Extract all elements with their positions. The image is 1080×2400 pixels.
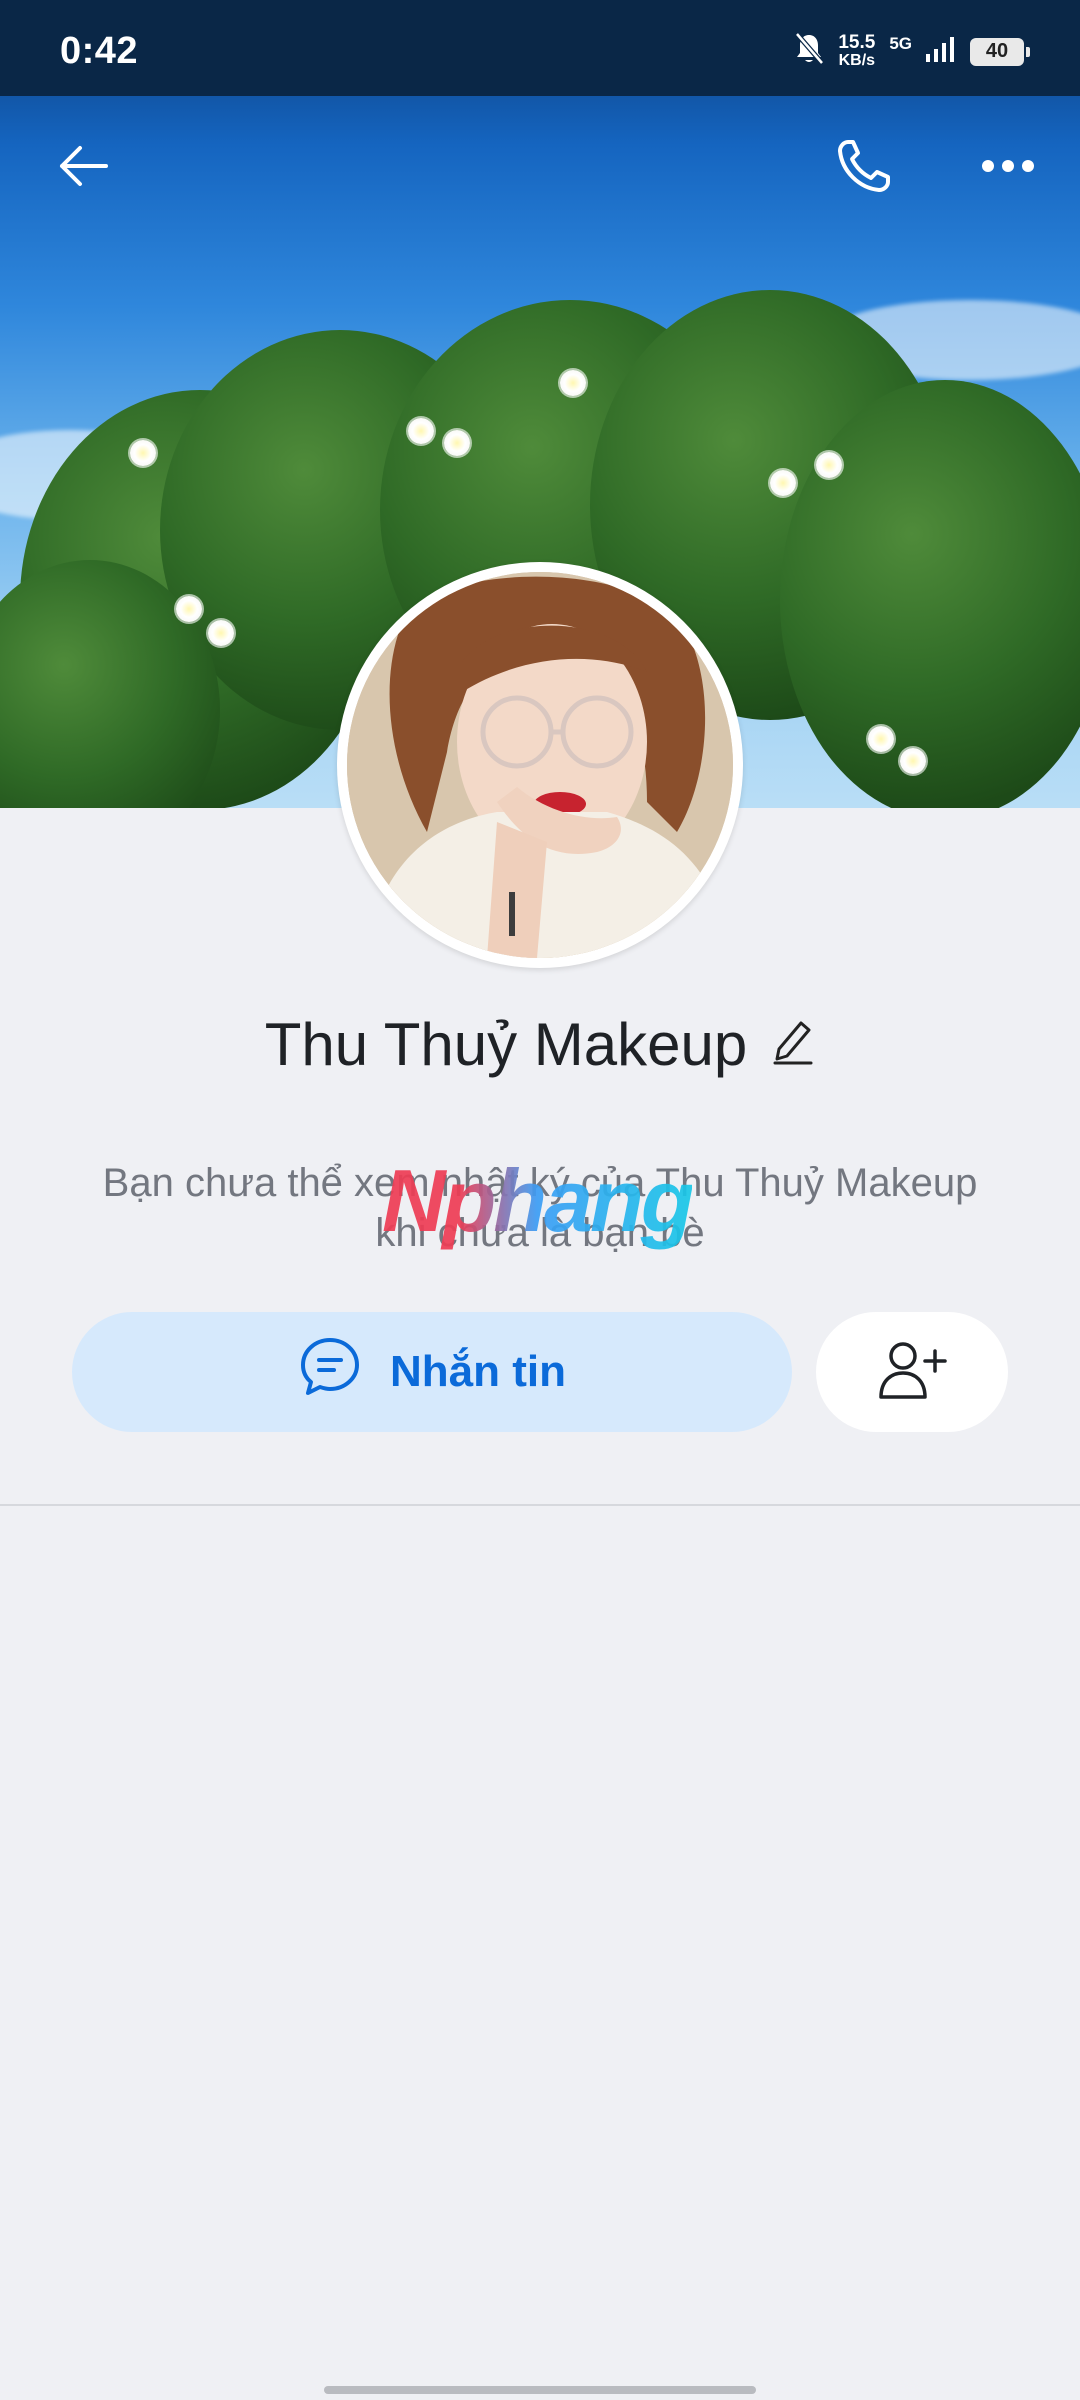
add-friend-button[interactable] <box>816 1312 1008 1432</box>
cover-flower <box>560 370 586 396</box>
status-bar: 0:42 15.5 KB/s 5G 40 <box>0 0 1080 96</box>
cover-flower <box>130 440 156 466</box>
status-time: 0:42 <box>60 30 139 72</box>
phone-icon <box>834 136 894 201</box>
call-button[interactable] <box>824 128 904 208</box>
more-options-button[interactable] <box>968 128 1048 208</box>
watermark-logo: Nphang <box>382 1151 695 1250</box>
signal-icon <box>926 36 956 67</box>
chat-bubble-icon <box>298 1335 362 1410</box>
bell-muted-icon <box>794 32 825 71</box>
speed-unit: KB/s <box>838 51 876 69</box>
pencil-icon <box>771 1021 815 1071</box>
cover-flower <box>208 620 234 646</box>
cover-flower <box>444 430 470 456</box>
cover-flower <box>868 726 894 752</box>
speed-value: 15.5 <box>838 31 876 53</box>
battery-level: 40 <box>985 40 1009 62</box>
cover-flower <box>770 470 796 496</box>
cover-flower <box>816 452 842 478</box>
network-speed: 15.5 KB/s <box>838 31 876 70</box>
status-icons: 15.5 KB/s 5G 40 <box>794 31 1030 71</box>
battery-icon: 40 <box>970 37 1030 66</box>
back-arrow-icon <box>54 142 110 195</box>
home-indicator[interactable] <box>324 2386 756 2394</box>
avatar-photo <box>347 572 733 958</box>
back-button[interactable] <box>42 128 122 208</box>
section-divider <box>0 1504 1080 1506</box>
network-type: 5G <box>889 33 912 53</box>
message-button-label: Nhắn tin <box>390 1347 566 1396</box>
cover-flower <box>408 418 434 444</box>
message-button[interactable]: Nhắn tin <box>72 1312 792 1432</box>
cover-flower <box>900 748 926 774</box>
cover-flower <box>176 596 202 622</box>
avatar[interactable] <box>337 562 743 968</box>
more-icon <box>980 158 1036 179</box>
edit-name-button[interactable] <box>771 1017 815 1072</box>
add-user-icon <box>877 1339 947 1406</box>
profile-name: Thu Thuỷ Makeup <box>264 1011 748 1078</box>
profile-name-row: Thu Thuỷ Makeup <box>0 1010 1080 1079</box>
